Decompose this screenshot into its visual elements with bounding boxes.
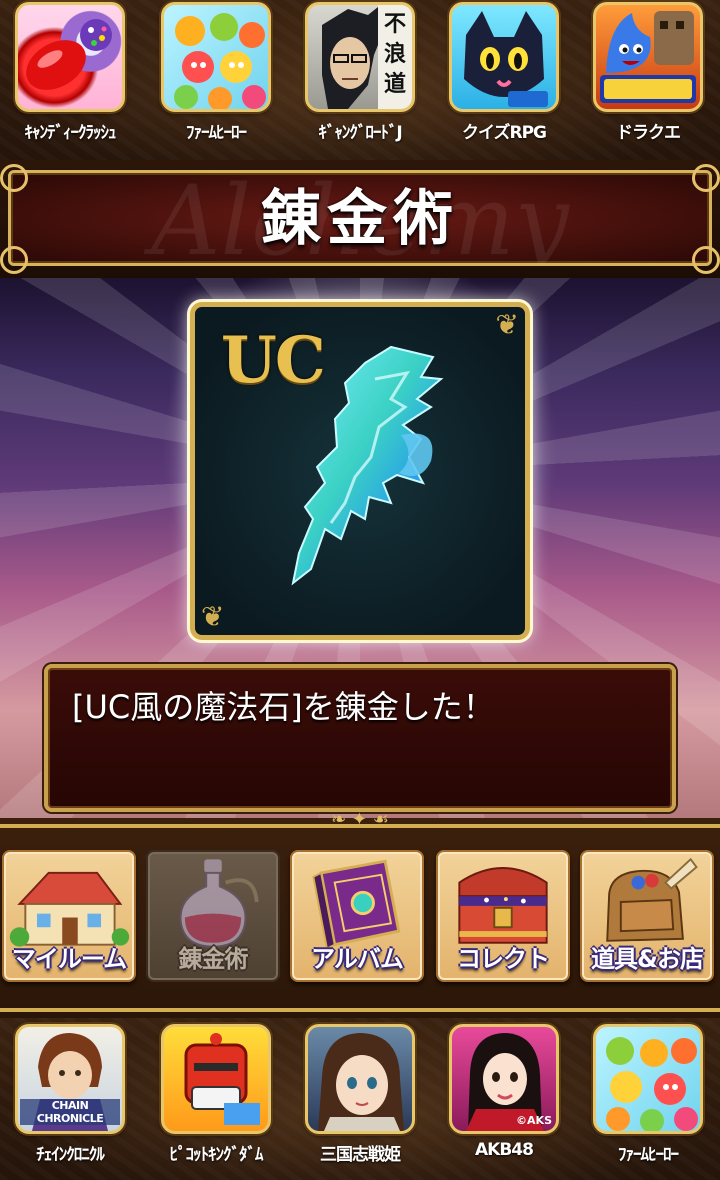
ad-app-label: クイズRPG (462, 123, 547, 143)
menu-button-my-room[interactable]: マイルーム (2, 850, 136, 982)
chain-chronicle-icon[interactable]: CHAIN CHRONICLE (15, 1024, 125, 1134)
alchemy-result-stage: UC ❦ ❦ [UC風の魔法石]を錬金した！ (0, 278, 720, 818)
ad-app-farm-heroes-2[interactable]: ﾌｧｰﾑﾋｰﾛｰ (590, 1024, 706, 1165)
candy-crush-icon[interactable] (15, 2, 125, 112)
menu-button-label: 道具&お店 (591, 945, 704, 973)
menu-button-label: 錬金術 (178, 945, 249, 973)
quiz-rpg-icon[interactable] (449, 2, 559, 112)
menu-button-collect[interactable]: コレクト (436, 850, 570, 982)
ad-app-label: ﾌｧｰﾑﾋｰﾛｰ (618, 1145, 679, 1165)
potion-bottle-icon (179, 859, 259, 948)
ad-app-farm-heroes[interactable]: ﾌｧｰﾑﾋｰﾛｰ (158, 2, 274, 143)
ad-app-label: ｷｬﾝﾃﾞｨｰｸﾗｯｼｭ (24, 123, 117, 143)
banner-corner-ornament (692, 246, 720, 274)
farm-heroes-icon[interactable] (161, 2, 271, 112)
ad-app-label: ｷﾞｬﾝｸﾞﾛｰﾄﾞJ (318, 123, 402, 143)
result-message-text: [UC風の魔法石]を錬金した！ (72, 688, 495, 726)
chain-chronicle-logo-text: CHAIN CHRONICLE (20, 1099, 120, 1125)
ad-app-label: ﾋﾟｺｯﾄｷﾝｸﾞﾀﾞﾑ (169, 1145, 264, 1165)
title-banner: Alchemy 錬金術 (0, 160, 720, 278)
bottom-ad-bar: CHAIN CHRONICLE ﾁｪｲﾝｸﾛﾆｸﾙ ﾋﾟｺｯﾄｷﾝｸﾞﾀﾞﾑ 三… (0, 1018, 720, 1180)
ad-app-akb48[interactable]: ©AKS AKB48 (446, 1024, 562, 1160)
ad-app-picotto-kingdom[interactable]: ﾋﾟｺｯﾄｷﾝｸﾞﾀﾞﾑ (158, 1024, 274, 1165)
top-ad-bar: ｷｬﾝﾃﾞｨｰｸﾗｯｼｭ ﾌｧｰﾑﾋｰﾛｰ 不浪道 ｷﾞｬﾝｸﾞﾛｰﾄﾞJ クイ… (0, 0, 720, 160)
menu-button-alchemy[interactable]: 錬金術 (146, 850, 280, 982)
ad-app-dragon-quest[interactable]: ドラクエ (590, 2, 706, 143)
akb48-copyright-text: ©AKS (516, 1114, 552, 1127)
picotto-kingdom-icon[interactable] (161, 1024, 271, 1134)
ad-app-label: ドラクエ (616, 123, 681, 143)
menu-button-items-shop[interactable]: 道具&お店 (580, 850, 714, 982)
menu-button-label: マイルーム (11, 945, 127, 973)
treasure-chest-icon (458, 867, 548, 944)
house-icon (9, 871, 130, 947)
dragon-quest-icon[interactable] (593, 2, 703, 112)
wind-magic-stone-icon (291, 345, 444, 586)
ad-app-gang-road-j[interactable]: 不浪道 ｷﾞｬﾝｸﾞﾛｰﾄﾞJ (302, 2, 418, 143)
ad-app-label: ﾁｪｲﾝｸﾛﾆｸﾙ (36, 1145, 105, 1165)
ad-app-sangokushi-senki[interactable]: 三国志戦姫 (302, 1024, 418, 1165)
sangokushi-senki-icon[interactable] (305, 1024, 415, 1134)
result-message-box[interactable]: [UC風の魔法石]を錬金した！ (44, 664, 676, 812)
banner-corner-ornament (0, 246, 28, 274)
item-card[interactable]: UC ❦ ❦ (190, 302, 530, 640)
banner-corner-ornament (692, 164, 720, 192)
ad-app-chain-chronicle[interactable]: CHAIN CHRONICLE ﾁｪｲﾝｸﾛﾆｸﾙ (12, 1024, 128, 1165)
gang-road-j-icon[interactable]: 不浪道 (305, 2, 415, 112)
album-book-icon (312, 859, 401, 951)
ad-app-quiz-rpg[interactable]: クイズRPG (446, 2, 562, 143)
farm-heroes-icon[interactable] (593, 1024, 703, 1134)
ad-app-candy-crush[interactable]: ｷｬﾝﾃﾞｨｰｸﾗｯｼｭ (12, 2, 128, 143)
menu-top-ornament: ❧ ✦ ☙ (331, 809, 389, 830)
main-menu: ❧ ✦ ☙ マイルーム 錬金術 アルバム コレクト 道具&お店 (0, 811, 720, 1018)
item-bag-icon (606, 857, 698, 942)
akb48-icon[interactable]: ©AKS (449, 1024, 559, 1134)
menu-button-label: アルバム (311, 945, 404, 973)
ad-app-label: ﾌｧｰﾑﾋｰﾛｰ (186, 123, 247, 143)
gang-road-title-text: 不浪道 (383, 11, 406, 97)
menu-button-label: コレクト (457, 945, 550, 973)
menu-button-album[interactable]: アルバム (290, 850, 424, 982)
title-banner-frame: Alchemy 錬金術 (8, 170, 712, 266)
page-title: 錬金術 (261, 184, 459, 254)
banner-corner-ornament (0, 164, 28, 192)
ad-app-label: AKB48 (475, 1140, 534, 1160)
ad-app-label: 三国志戦姫 (320, 1145, 401, 1165)
